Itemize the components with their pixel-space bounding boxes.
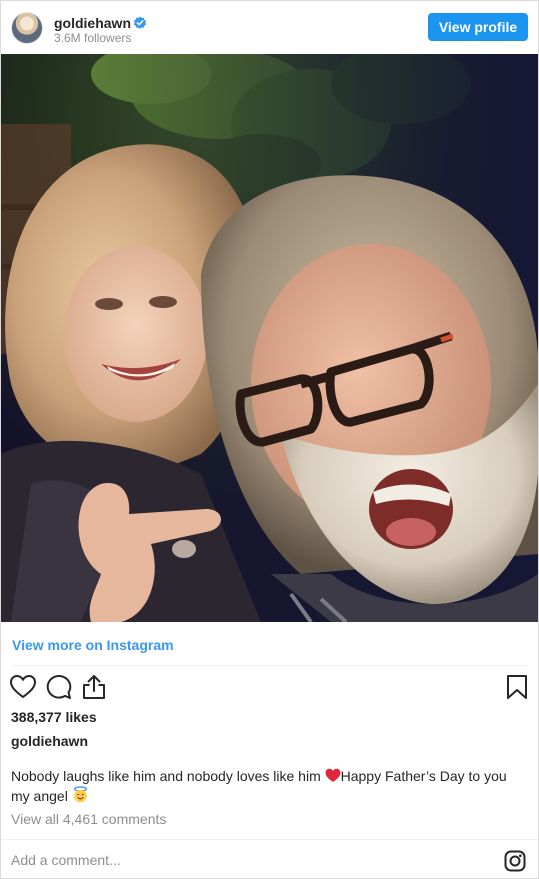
likes-count[interactable]: 388,377 likes — [11, 709, 97, 725]
share-icon[interactable] — [80, 673, 108, 701]
caption-text-part-1: Nobody laughs like him and nobody loves … — [11, 768, 325, 784]
verified-badge-icon — [133, 16, 147, 29]
view-profile-button[interactable]: View profile — [428, 13, 528, 41]
instagram-embed: goldiehawn 3.6M followers View profile V… — [0, 0, 539, 879]
comment-bar: Add a comment... — [1, 839, 538, 879]
post-photo-image — [1, 54, 538, 622]
caption-username[interactable]: goldiehawn — [11, 733, 88, 749]
comment-bubble-icon[interactable] — [45, 673, 73, 701]
heart-icon[interactable] — [9, 673, 37, 701]
post-header: goldiehawn 3.6M followers View profile — [1, 1, 538, 54]
bookmark-icon[interactable] — [503, 673, 531, 701]
username[interactable]: goldiehawn — [54, 15, 131, 31]
view-all-comments-link[interactable]: View all 4,461 comments — [11, 811, 166, 827]
smiling-face-with-halo-emoji — [73, 786, 87, 803]
instagram-icon[interactable] — [504, 850, 526, 872]
post-actions — [1, 673, 538, 703]
red-heart-emoji — [325, 768, 341, 782]
add-comment-input[interactable]: Add a comment... — [11, 852, 121, 868]
followers-count: 3.6M followers — [54, 31, 132, 45]
divider — [11, 665, 528, 666]
avatar[interactable] — [11, 12, 43, 44]
view-more-on-instagram-link[interactable]: View more on Instagram — [12, 637, 174, 653]
post-caption: Nobody laughs like him and nobody loves … — [11, 766, 526, 806]
post-photo[interactable] — [1, 54, 538, 622]
